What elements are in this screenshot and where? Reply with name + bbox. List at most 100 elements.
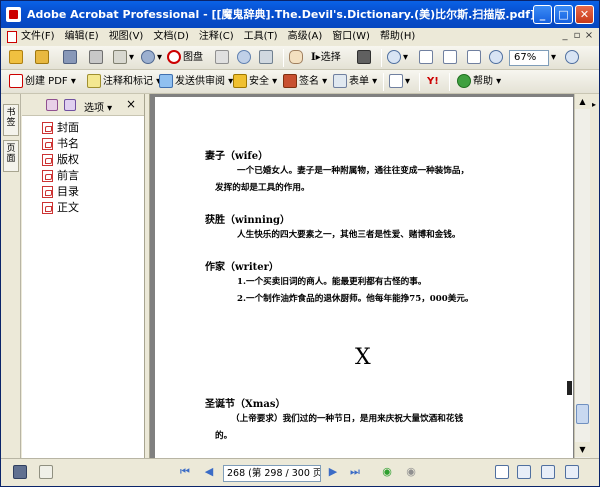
organizer-button[interactable]	[35, 49, 51, 67]
last-page-button[interactable]: ⏭	[347, 464, 363, 480]
facing-button[interactable]	[541, 465, 557, 479]
create-pdf-icon	[9, 74, 23, 88]
entry-title: 获胜（winning）	[205, 215, 291, 226]
bookmark-item[interactable]: 封面	[42, 120, 79, 136]
menu-window[interactable]: 窗口(W)	[327, 28, 375, 46]
zoom-dropdown-button[interactable]: ▾	[551, 49, 556, 67]
find-button[interactable]	[259, 49, 275, 67]
yahoo-button[interactable]: Y!	[427, 73, 439, 91]
expand-bookmark-button[interactable]	[46, 98, 60, 111]
menu-file[interactable]: 文件(F)	[1, 28, 60, 46]
next-view-button[interactable]: ◉	[403, 464, 419, 480]
bookmark-item[interactable]: 目录	[42, 184, 79, 200]
mdi-minimize-button[interactable]: _	[559, 30, 571, 41]
select-tool-button[interactable]: I▸选择	[311, 49, 341, 67]
close-panel-button[interactable]: ×	[126, 97, 136, 111]
menu-comments[interactable]: 注释(C)	[194, 28, 239, 46]
attach-button[interactable]: ▾	[141, 49, 162, 67]
bookmark-expand-icon	[46, 99, 58, 111]
bookmark-label: 书名	[57, 137, 79, 150]
zoom-out-button[interactable]	[489, 49, 505, 67]
select-tool-label: 选择	[320, 52, 341, 63]
email-button[interactable]: ▾	[113, 49, 134, 67]
menu-help[interactable]: 帮助(H)	[375, 28, 420, 46]
page-icon	[39, 465, 53, 479]
page-properties-button[interactable]	[39, 465, 55, 479]
menu-tools[interactable]: 工具(T)	[239, 28, 283, 46]
bookmark-item[interactable]: 书名	[42, 136, 79, 152]
next-page-button[interactable]: ▶	[325, 464, 341, 480]
mdi-buttons: _ ▫ ×	[559, 30, 595, 41]
create-pdf-button[interactable]: 创建 PDF ▾	[9, 73, 76, 91]
tab-pages[interactable]: 页面	[3, 140, 19, 172]
menu-edit[interactable]: 编辑(E)	[60, 28, 104, 46]
minimize-button[interactable]: _	[533, 5, 552, 24]
mdi-restore-button[interactable]: ▫	[571, 30, 583, 41]
print-button[interactable]	[89, 49, 105, 67]
snapshot-button[interactable]	[357, 49, 373, 67]
open-button[interactable]	[9, 49, 25, 67]
panel-icon	[13, 465, 27, 479]
new-bookmark-button[interactable]	[64, 98, 78, 111]
scrollbar-thumb[interactable]	[576, 404, 589, 424]
bookmark-item[interactable]: 版权	[42, 152, 79, 168]
pages-button[interactable]: ▾	[389, 73, 410, 91]
bookmark-icon	[42, 170, 53, 182]
actual-size-button[interactable]	[419, 49, 435, 67]
hand-tool-button[interactable]	[289, 49, 305, 67]
pdf-page: 妻子（wife） 一个已婚女人。妻子是一种附属物，通往往变成一种装饰品， 发挥的…	[155, 97, 573, 458]
sign-button[interactable]: 签名 ▾	[283, 73, 327, 91]
facing-icon	[541, 465, 555, 479]
security-label: 安全	[249, 76, 269, 87]
scroll-up-button[interactable]: ▲	[575, 94, 590, 109]
zoom-plus-button[interactable]	[565, 49, 581, 67]
bookmark-item[interactable]: 前言	[42, 168, 79, 184]
hand-icon	[289, 50, 303, 64]
scroll-down-button[interactable]: ▼	[575, 442, 590, 457]
single-page-button[interactable]	[495, 465, 511, 479]
email-icon	[113, 50, 127, 64]
continuous-facing-button[interactable]	[565, 465, 581, 479]
comment-markup-button[interactable]: 注释和标记 ▾	[87, 73, 161, 91]
fit-width-button[interactable]	[467, 49, 483, 67]
save-button[interactable]	[63, 49, 79, 67]
mdi-close-button[interactable]: ×	[583, 30, 595, 41]
zoom-in-button[interactable]: ▾	[387, 49, 408, 67]
send-review-icon	[159, 74, 173, 88]
first-page-button[interactable]: ⏮	[177, 464, 193, 480]
close-button[interactable]: ✕	[575, 5, 594, 24]
bookmark-item[interactable]: 正文	[42, 200, 79, 216]
previous-view-button[interactable]: ◉	[379, 464, 395, 480]
zoom-level-input[interactable]: 67%	[509, 50, 549, 66]
navigation-panel-button[interactable]	[13, 465, 29, 479]
organizer-icon	[35, 50, 49, 64]
maximize-button[interactable]: □	[554, 5, 573, 24]
help-button[interactable]: 帮助 ▾	[457, 73, 501, 91]
continuous-button[interactable]	[517, 465, 533, 479]
tool-icon	[215, 50, 229, 64]
options-menu-button[interactable]: 选项 ▾	[84, 99, 112, 114]
tab-bookmarks[interactable]: 书签	[3, 104, 19, 136]
bookmarks-panel-header: 选项 ▾ ×	[22, 94, 144, 116]
form-icon	[333, 74, 347, 88]
page-number-field[interactable]: 268 (第 298 / 300 页)	[223, 465, 321, 482]
adobe-logo-icon	[167, 50, 181, 64]
fit-page-button[interactable]	[443, 49, 459, 67]
vertical-scrollbar[interactable]: ▲ ▼	[574, 94, 590, 458]
expand-right-panel-icon[interactable]: ▸	[592, 100, 596, 109]
status-bar: ⏮ ◀ 268 (第 298 / 300 页) ▶ ⏭ ◉ ◉	[1, 458, 599, 486]
previous-page-button[interactable]: ◀	[201, 464, 217, 480]
adobe-reader-button[interactable]: 图盘	[167, 49, 203, 67]
entry-line: （上帝要求）我们过的一种节日，是用来庆祝大量饮酒和花钱	[231, 414, 464, 424]
send-review-button[interactable]: 发送供审阅 ▾	[159, 73, 233, 91]
menu-document[interactable]: 文档(D)	[148, 28, 194, 46]
comment-markup-label: 注释和标记	[103, 76, 153, 87]
text-select-icon: I▸	[311, 52, 321, 63]
menu-advanced[interactable]: 高级(A)	[283, 28, 328, 46]
search-button[interactable]	[237, 49, 253, 67]
forms-button[interactable]: 表单 ▾	[333, 73, 377, 91]
menu-view[interactable]: 视图(V)	[104, 28, 149, 46]
security-button[interactable]: 安全 ▾	[233, 73, 277, 91]
pdf-tool-button[interactable]	[215, 49, 231, 67]
continuous-facing-icon	[565, 465, 579, 479]
